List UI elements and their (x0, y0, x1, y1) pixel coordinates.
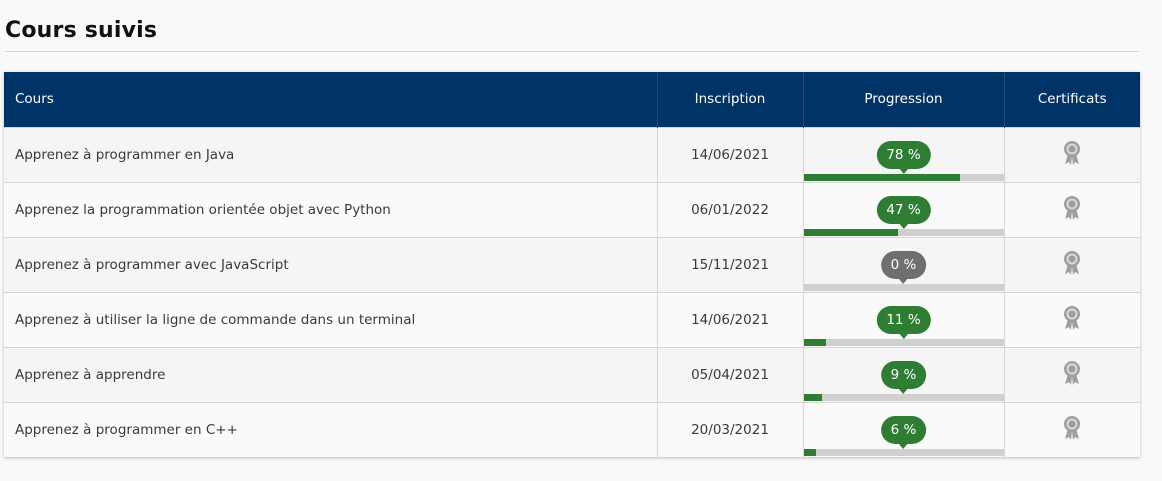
award-ribbon-icon[interactable] (1062, 195, 1082, 221)
course-title[interactable]: Apprenez à programmer avec JavaScript (4, 236, 657, 292)
award-ribbon-icon[interactable] (1062, 140, 1082, 166)
page-title: Cours suivis (5, 18, 158, 43)
progress-badge: 78 % (876, 140, 931, 169)
progress-badge: 0 % (880, 250, 927, 279)
award-ribbon-icon[interactable] (1062, 250, 1082, 276)
progress-bar-fill (803, 449, 816, 456)
certificate-cell (1003, 346, 1140, 402)
course-title[interactable]: Apprenez à programmer en C++ (4, 401, 657, 457)
enrollment-date: 20/03/2021 (656, 401, 803, 457)
award-ribbon-icon[interactable] (1062, 415, 1082, 441)
column-header-enrollment: Inscription (656, 72, 803, 127)
table-row: Apprenez à programmer en Java 14/06/2021… (4, 126, 1140, 182)
enrollment-date: 06/01/2022 (656, 181, 803, 237)
table-row: Apprenez à programmer en C++ 20/03/2021 … (4, 401, 1140, 457)
certificate-cell (1003, 181, 1140, 237)
title-divider (5, 51, 1139, 52)
table-row: Apprenez la programmation orientée objet… (4, 181, 1140, 237)
progress-cell: 9 % (802, 346, 1004, 402)
table-row: Apprenez à apprendre 05/04/2021 9 % (4, 346, 1140, 402)
enrollment-date: 05/04/2021 (656, 346, 803, 402)
table-row: Apprenez à programmer avec JavaScript 15… (4, 236, 1140, 292)
progress-cell: 6 % (802, 401, 1004, 457)
progress-cell: 0 % (802, 236, 1004, 292)
course-title[interactable]: Apprenez à apprendre (4, 346, 657, 402)
progress-bar-track (803, 449, 1004, 456)
progress-cell: 47 % (802, 181, 1004, 237)
award-ribbon-icon[interactable] (1062, 305, 1082, 331)
course-title[interactable]: Apprenez à utiliser la ligne de commande… (4, 291, 657, 347)
progress-bar-track (803, 283, 1004, 291)
courses-table: Cours Inscription Progression Certificat… (4, 72, 1140, 457)
certificate-cell (1003, 236, 1140, 292)
certificate-cell (1003, 291, 1140, 347)
table-row: Apprenez à utiliser la ligne de commande… (4, 291, 1140, 347)
progress-bar-track (803, 338, 1004, 346)
progress-bar-track (803, 173, 1004, 181)
progress-bar-fill (803, 338, 826, 346)
course-title[interactable]: Apprenez la programmation orientée objet… (4, 181, 657, 237)
progress-cell: 11 % (802, 291, 1004, 347)
progress-cell: 78 % (802, 126, 1004, 182)
enrollment-date: 15/11/2021 (656, 236, 803, 292)
progress-badge: 6 % (880, 415, 927, 444)
certificate-cell (1003, 401, 1140, 457)
award-ribbon-icon[interactable] (1062, 360, 1082, 386)
column-header-progress: Progression (802, 72, 1004, 127)
progress-badge: 9 % (880, 360, 927, 389)
progress-badge: 11 % (876, 305, 931, 334)
progress-bar-track (803, 393, 1004, 401)
table-header-row: Cours Inscription Progression Certificat… (4, 72, 1140, 127)
course-title[interactable]: Apprenez à programmer en Java (4, 126, 657, 182)
enrollment-date: 14/06/2021 (656, 291, 803, 347)
column-header-certificates: Certificats (1003, 72, 1140, 127)
progress-bar-fill (803, 393, 822, 401)
progress-bar-track (803, 228, 1004, 236)
progress-bar-fill (803, 228, 898, 236)
enrollment-date: 14/06/2021 (656, 126, 803, 182)
progress-badge: 47 % (876, 195, 931, 224)
progress-bar-fill (803, 173, 960, 181)
certificate-cell (1003, 126, 1140, 182)
column-header-course: Cours (15, 91, 54, 108)
